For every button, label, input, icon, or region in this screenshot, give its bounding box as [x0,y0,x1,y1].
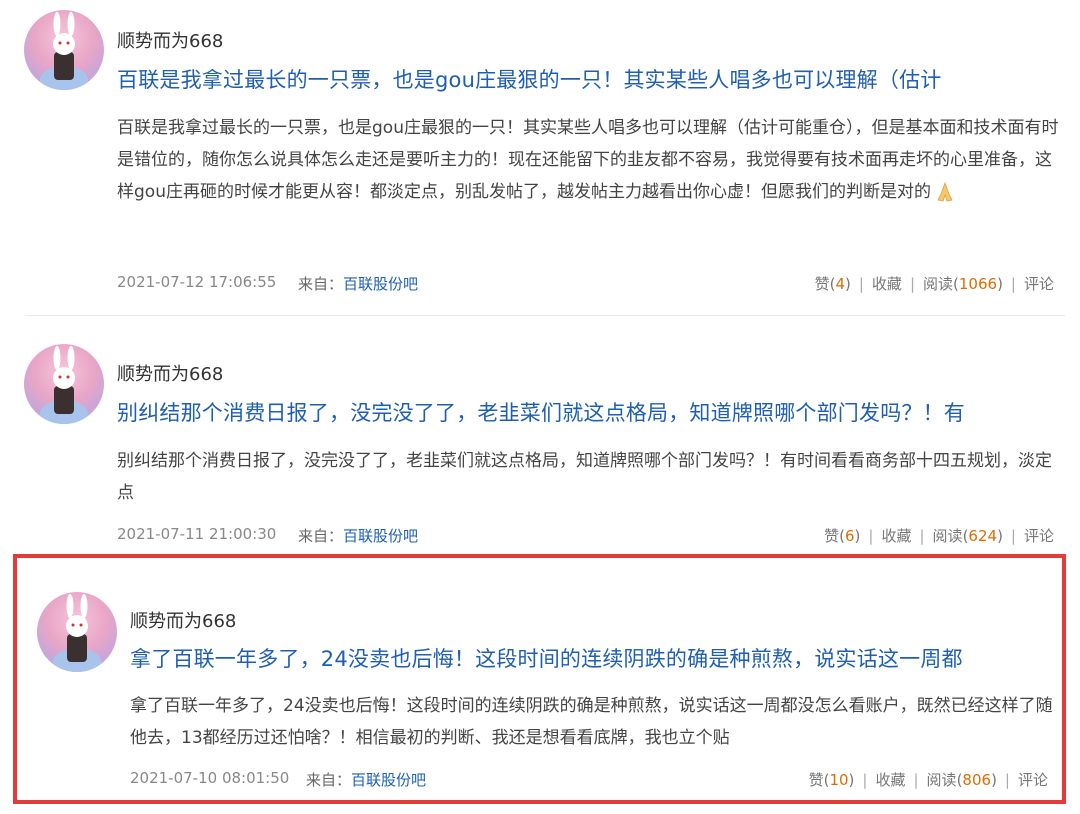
like-count: 6 [845,527,855,545]
post-source: 来自：百联股份吧 [306,769,426,790]
read-count: 624 [968,527,998,545]
separator: | [858,275,864,293]
username[interactable]: 顺势而为668 [130,607,236,633]
post-title[interactable]: 拿了百联一年多了，24没卖也后悔！这段时间的连续阴跌的确是种煎熬，说实话这一周都 [130,643,963,673]
separator: | [1010,275,1016,293]
like-label: 赞 [824,527,840,545]
like-button[interactable]: 赞(6) [824,527,860,545]
post-body: 百联是我拿过最长的一只票，也是gou庄最狠的一只！其实某些人唱多也可以理解（估计… [117,112,1062,208]
source-label: 来自： [306,771,352,789]
comment-button[interactable]: 评论 [1024,527,1054,545]
avatar[interactable] [37,592,117,672]
post-title[interactable]: 百联是我拿过最长的一只票，也是gou庄最狠的一只！其实某些人唱多也可以理解（估计 [117,64,941,94]
collect-button[interactable]: 收藏 [875,771,905,789]
rabbit-avatar-icon [40,12,88,90]
post-time: 2021-07-11 21:00:30 [117,525,277,543]
read-count: 806 [962,771,992,789]
like-count: 10 [829,771,849,789]
separator: | [868,527,874,545]
separator: | [862,771,868,789]
like-count: 4 [835,275,845,293]
separator: | [1004,771,1010,789]
post-body: 拿了百联一年多了，24没卖也后悔！这段时间的连续阴跌的确是种煎熬，说实话这一周都… [130,696,1053,748]
read-count-item: 阅读(806) [926,771,997,789]
username[interactable]: 顺势而为668 [117,27,223,53]
post-source: 来自：百联股份吧 [298,273,418,294]
post-actions: 赞(10) | 收藏 | 阅读(806) | 评论 [809,769,1048,790]
read-count-item: 阅读(1066) [923,275,1003,293]
like-label: 赞 [808,771,824,789]
source-bar-link[interactable]: 百联股份吧 [343,527,418,545]
separator: | [909,275,915,293]
username[interactable]: 顺势而为668 [117,360,223,386]
praying-hands-emoji-icon [937,181,953,202]
comment-button[interactable]: 评论 [1024,275,1054,293]
separator: | [1010,527,1016,545]
avatar[interactable] [24,344,104,424]
separator: | [913,771,919,789]
like-button[interactable]: 赞(10) [809,771,855,789]
read-label: 阅读 [923,275,954,293]
post-body: 别纠结那个消费日报了，没完没了了，老韭菜们就这点格局，知道牌照哪个部门发吗？！有… [117,451,1052,503]
source-label: 来自： [298,527,344,545]
post-time: 2021-07-10 08:01:50 [130,769,290,787]
read-label: 阅读 [926,771,957,789]
collect-button[interactable]: 收藏 [872,275,902,293]
like-button[interactable]: 赞(4) [815,275,851,293]
collect-button[interactable]: 收藏 [881,527,911,545]
read-label: 阅读 [932,527,963,545]
rabbit-avatar-icon [40,346,88,424]
read-count: 1066 [958,275,998,293]
post-title[interactable]: 别纠结那个消费日报了，没完没了了，老韭菜们就这点格局，知道牌照哪个部门发吗？！有 [117,397,965,427]
like-label: 赞 [814,275,830,293]
read-count-item: 阅读(624) [932,527,1003,545]
post-divider [25,315,1065,316]
highlight-box [13,554,1066,804]
source-bar-link[interactable]: 百联股份吧 [343,275,418,293]
rabbit-avatar-icon [53,594,101,672]
separator: | [919,527,925,545]
post-time: 2021-07-12 17:06:55 [117,273,277,291]
post-body-text: 百联是我拿过最长的一只票，也是gou庄最狠的一只！其实某些人唱多也可以理解（估计… [117,118,1059,202]
comment-button[interactable]: 评论 [1018,771,1048,789]
post-actions: 赞(6) | 收藏 | 阅读(624) | 评论 [824,525,1054,546]
post-source: 来自：百联股份吧 [298,525,418,546]
avatar[interactable] [24,10,104,90]
source-label: 来自： [298,275,344,293]
post-actions: 赞(4) | 收藏 | 阅读(1066) | 评论 [815,273,1054,294]
source-bar-link[interactable]: 百联股份吧 [351,771,426,789]
